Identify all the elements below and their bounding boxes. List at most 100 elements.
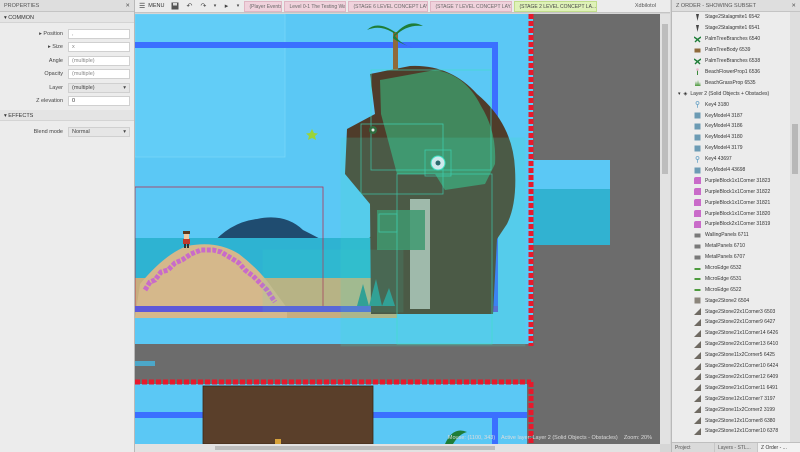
scroll-thumb[interactable] [792,124,798,174]
z-order-item[interactable]: Stage2Stone2 6504 [672,295,790,306]
purple-block-icon [694,199,701,207]
z-order-item-label: PurpleBlock1x1Corner 31823 [705,177,771,184]
z-order-item[interactable]: PalmTreeBranches 6540 [672,34,790,45]
scroll-thumb[interactable] [662,24,668,174]
chevron-down-icon[interactable]: ▾ [235,1,240,11]
z-order-item[interactable]: Stage2Stalagmite1 6541 [672,23,790,34]
purple-block-icon [694,177,701,185]
level-scene[interactable] [135,14,660,444]
z-order-item[interactable]: KeyModel4 3180 [672,132,790,143]
z-order-item[interactable]: Stage2Stone22x1Corner12 6409 [672,372,790,383]
layer-select[interactable]: (multiple) ▾ [68,82,130,93]
menu-button[interactable]: ☰ MENU [135,0,168,13]
z-order-item-label: Stage2Stone21x1Corner11 6491 [705,384,778,391]
tab-stage-6[interactable]: (STAGE 6 LEVEL CONCEPT LAY... [348,0,429,12]
position-field[interactable]: , [68,28,130,39]
z-order-item-label: Stage2Stone12x1Corner8 6380 [705,417,776,424]
z-order-item-label: KeyModel4 3186 [705,123,743,130]
z-order-item[interactable]: PalmTreeBranches 6538 [672,56,790,67]
z-order-item[interactable]: PurpleBlock1x1Corner 31822 [672,186,790,197]
z-order-item[interactable]: Key4 3180 [672,99,790,110]
minimap-bar [135,361,155,366]
tab-z-order[interactable]: Z Order - ... [758,443,800,452]
key-model-icon [694,134,701,141]
z-order-item[interactable]: Stage2Stone12x1Corner8 6380 [672,415,790,426]
z-order-item[interactable]: Stage2Stalagmite1 6542 [672,12,790,23]
z-order-item[interactable]: PalmTreeBody 6539 [672,45,790,56]
z-order-item[interactable]: PurpleBlock1x1Corner 31821 [672,197,790,208]
close-icon[interactable]: ✕ [125,3,130,9]
z-order-item[interactable]: BeachFlowerProp1 6536 [672,66,790,77]
z-order-item[interactable]: KeyModel4 43698 [672,165,790,176]
effects-section-header[interactable]: ▾ EFFECTS [0,110,134,121]
z-order-item[interactable]: Stage2Stone22x1Corner13 6410 [672,339,790,350]
close-icon[interactable]: ✕ [791,3,796,9]
panel-icon [694,254,701,261]
z-order-item[interactable]: Stage2Stone11x2Corner2 3199 [672,404,790,415]
z-order-item[interactable]: BeachGrassProp 6535 [672,77,790,88]
tab-stage-7[interactable]: (STAGE 7 LEVEL CONCEPT LAY... [430,0,513,12]
z-order-item[interactable]: KeyModel4 3187 [672,110,790,121]
stone-slope-icon [694,417,701,424]
z-order-item-label: MicroEdge 6522 [705,286,742,293]
lower-rock [203,386,373,444]
scroll-thumb[interactable] [215,446,495,450]
z-order-item[interactable]: PurpleBlock1x1Corner 31820 [672,208,790,219]
z-order-item[interactable]: MetalPanels 6710 [672,241,790,252]
z-order-layer-group[interactable]: ▾ ◈ Layer 2 (Solid Objects + Obstacles) [672,88,790,99]
play-icon[interactable]: ▸ [221,1,231,11]
size-field[interactable]: x [68,42,130,53]
z-order-item[interactable]: Stage2Stone22x1Corner10 6424 [672,361,790,372]
z-order-item[interactable]: PurpleBlock1x1Corner 31823 [672,175,790,186]
angle-field[interactable]: (multiple) [68,55,130,66]
z-order-item[interactable]: MicroEdge 6522 [672,284,790,295]
z-elevation-field[interactable]: 0 [68,96,130,107]
z-order-item[interactable]: Stage2Stone21x1Corner14 6426 [672,328,790,339]
z-order-item[interactable]: Stage2Stone22x1Corner9 6427 [672,317,790,328]
z-order-list[interactable]: Stage2Stalagmite1 6542 Stage2Stalagmite1 … [672,12,790,442]
z-order-item[interactable]: Stage2Stone12x1Corner10 6378 [672,426,790,437]
z-order-item[interactable]: MetalPanels 6707 [672,252,790,263]
tab-testing-ward[interactable]: Level 0-1 The Testing Ward [284,0,347,12]
layer-icon: ◈ [683,90,688,97]
z-order-item[interactable]: MicroEdge 6532 [672,263,790,274]
tab-project[interactable]: Project [672,443,715,452]
user-name[interactable]: Xdbilotol [635,3,670,9]
z-order-item[interactable]: Stage2Stone12x1Corner7 3197 [672,393,790,404]
purple-block-icon [694,220,701,228]
canvas-horizontal-scrollbar[interactable] [135,444,660,452]
z-order-item-label: Key4 43697 [705,156,732,163]
grass-icon [694,79,701,87]
common-section-header[interactable]: ▾ COMMON [0,12,134,23]
undo-icon[interactable]: ↶ [184,1,194,11]
save-icon[interactable] [170,1,180,11]
layout-canvas[interactable]: Mouse: (1100, 343) Active layer: Layer 2… [135,14,660,444]
z-order-item-label: Stage2Stone11x2Corner5 6425 [705,352,775,359]
canvas-vertical-scrollbar[interactable] [660,14,670,444]
stone-slope-icon [694,340,701,348]
z-order-scrollbar[interactable] [790,12,800,442]
redo-icon[interactable]: ↷ [198,1,208,11]
stone-slope-icon [694,362,701,370]
z-order-item[interactable]: PurpleBlock2x1Corner 31819 [672,219,790,230]
z-order-item-label: PalmTreeBranches 6538 [705,58,761,64]
stalagmite-icon [694,24,701,32]
z-order-title: Z ORDER - SHOWING SUBSET [676,3,757,9]
z-order-item[interactable]: Stage2Stone11x2Corner5 6425 [672,350,790,361]
z-order-item[interactable]: Stage2Stone22x1Corner3 6503 [672,306,790,317]
tab-player-events[interactable]: (Player Events) [244,0,283,12]
tab-stage-2[interactable]: (STAGE 2 LEVEL CONCEPT LA... [514,0,598,12]
z-order-item[interactable]: KeyModel4 3179 [672,143,790,154]
edge-icon [694,286,701,293]
blend-mode-select[interactable]: Normal ▾ [68,126,130,137]
main-toolbar: ☰ MENU ↶ ↷ ▾ ▸ ▾ (Player Events) Level 0… [135,0,670,13]
z-order-item[interactable]: Stage2Stone21x1Corner11 6491 [672,382,790,393]
z-order-item[interactable]: Key4 43697 [672,154,790,165]
z-order-item-label: KeyModel4 43698 [705,167,746,174]
z-order-item[interactable]: KeyModel4 3186 [672,121,790,132]
opacity-field[interactable]: (multiple) [68,69,130,80]
z-order-item[interactable]: MicroEdge 6531 [672,273,790,284]
z-order-item[interactable]: WallingPanels 6711 [672,230,790,241]
chevron-down-icon[interactable]: ▾ [212,1,217,11]
tab-layers[interactable]: Layers - STL... [715,443,758,452]
